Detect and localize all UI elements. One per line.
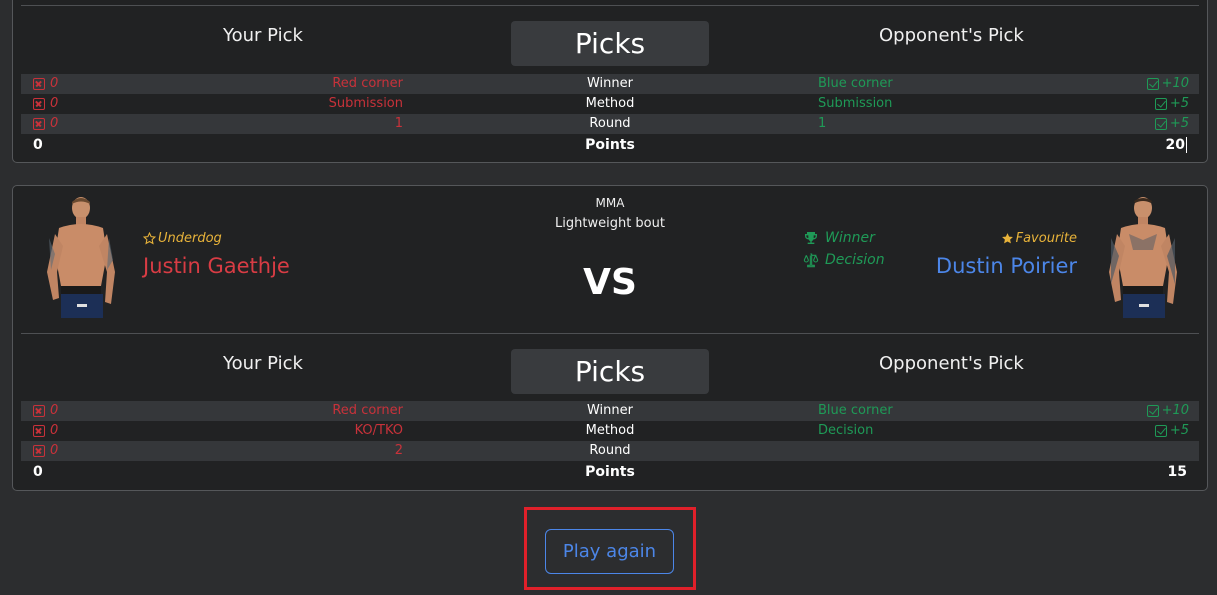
opponent-pick-heading: Opponent's Pick [879,25,1024,46]
star-filled-icon [1001,233,1013,244]
points-row: 0 Points 20 [33,137,1187,153]
your-pick-heading: Your Pick [223,353,303,374]
result-decision: Decision [803,252,885,268]
picks-table: 0 Red corner Winner Blue corner +10 0 Su… [21,74,1199,156]
text-cursor [1186,137,1187,153]
result-winner: Winner [803,230,875,246]
picks-header: Your Pick Picks Opponent's Pick [13,21,1207,69]
picks-table: 0 Red corner Winner Blue corner +10 0 KO… [21,401,1199,483]
table-row: 0 Red corner Winner Blue corner +10 [21,401,1199,421]
check-box-icon [1154,97,1167,110]
picks-header: Your Pick Picks Opponent's Pick [13,349,1207,397]
picks-title: Picks [511,21,709,66]
check-box-icon [1146,77,1159,90]
fighter-photo-right [1109,197,1177,318]
points-row: 0 Points 15 [33,464,1187,480]
table-row: 0 2 Round [21,441,1199,461]
favourite-badge: Favourite [1001,231,1077,246]
fighter-name-right: Dustin Poirier [935,254,1077,278]
your-pick-heading: Your Pick [223,25,303,46]
sport-label: MMA [595,196,625,210]
opponent-pick-heading: Opponent's Pick [879,353,1024,374]
underdog-badge: Underdog [143,231,222,246]
table-row: 0 Red corner Winner Blue corner +10 [21,74,1199,94]
picks-title: Picks [511,349,709,394]
trophy-icon [805,232,817,244]
table-row: 0 1 Round 1 +5 [21,114,1199,134]
star-outline-icon [143,232,156,245]
bout-card: Underdog Justin Gaethje MMA Lightweight … [12,185,1208,491]
check-box-icon [1146,404,1159,417]
bout-type: Lightweight bout [555,216,665,231]
check-box-icon [1154,424,1167,437]
check-box-icon [1154,117,1167,130]
divider [21,5,1199,6]
table-row: 0 Submission Method Submission +5 [21,94,1199,114]
bout-card-previous: Your Pick Picks Opponent's Pick 0 Red co… [12,0,1208,163]
table-row: 0 KO/TKO Method Decision +5 [21,421,1199,441]
scales-icon [803,253,819,268]
play-again-button[interactable]: Play again [545,529,674,574]
divider [21,333,1199,334]
